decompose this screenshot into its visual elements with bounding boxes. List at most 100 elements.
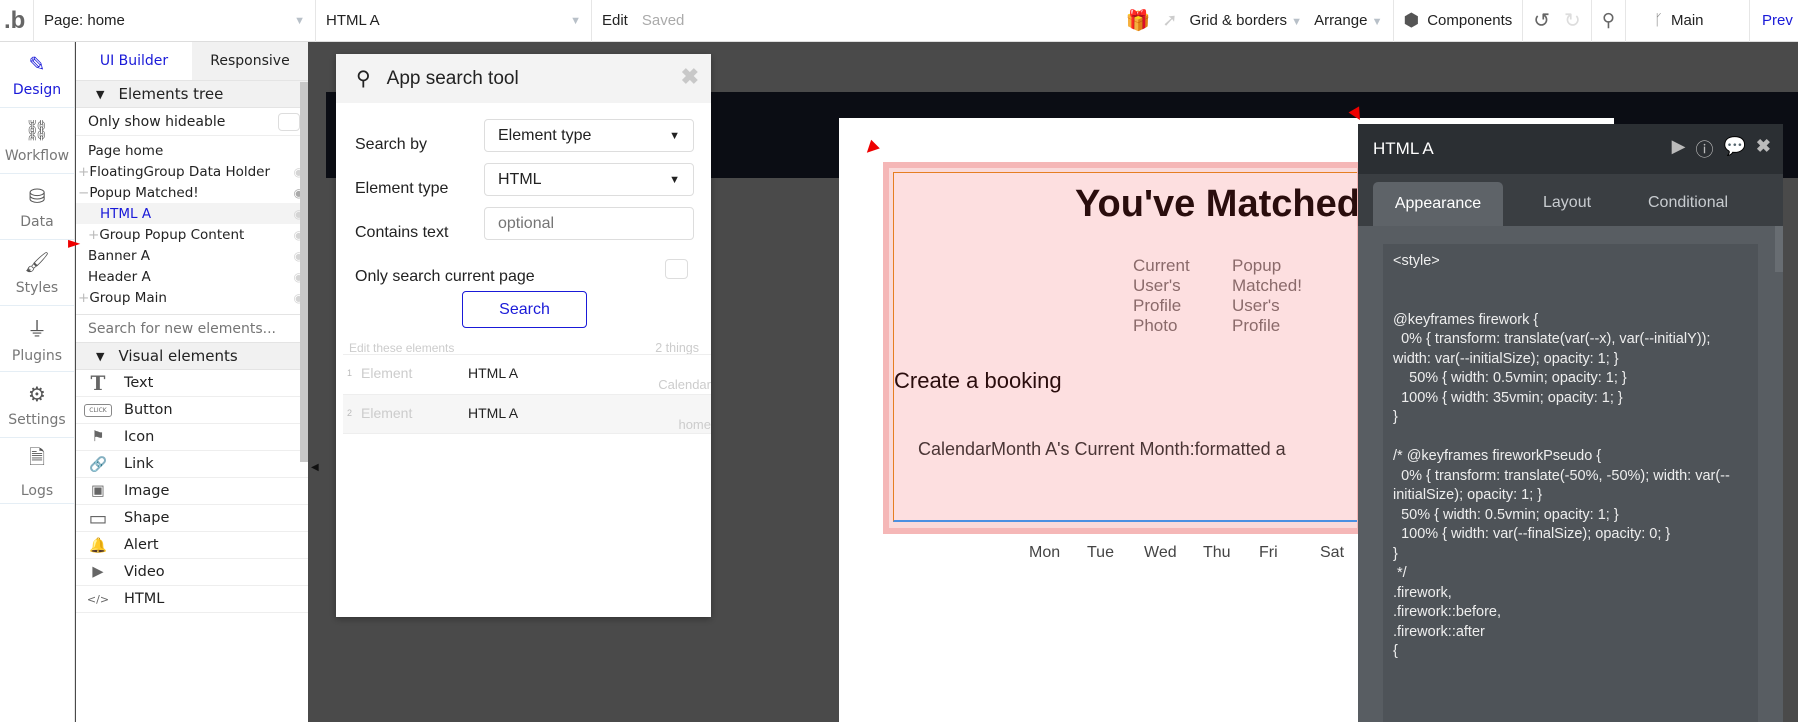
cursor-icon[interactable]: ➚ [1162,10,1177,31]
brush-icon: 🖌 [24,249,50,274]
plug-icon: ⏚ [27,317,47,341]
visual-element-icon[interactable]: ⚑ Icon [76,424,308,451]
chevron-down-icon: ▼ [570,14,581,27]
elements-tree-header[interactable]: ▼ Elements tree [76,80,308,108]
visual-element-text[interactable]: T Text [76,370,308,397]
preview-button[interactable]: Prev [1750,0,1798,42]
rail-logs[interactable]: 🗎 Logs [0,438,74,504]
comment-icon[interactable]: 💬 [1723,136,1745,162]
grid-borders-menu[interactable]: Grid & borders ▼ [1189,12,1302,29]
arrange-menu[interactable]: Arrange ▼ [1314,12,1382,29]
rail-data[interactable]: ⛁ Data [0,174,74,240]
result-row[interactable]: 1 Element HTML A Calendar [343,354,711,394]
visual-element-shape[interactable]: ▭ Shape [76,505,308,532]
components-label: Components [1427,12,1513,29]
search-by-select[interactable]: Element type ▼ [484,119,694,152]
search-icon[interactable]: ⚲ [1592,0,1626,42]
only-current-page-checkbox[interactable] [665,259,688,279]
tree-item[interactable]: + Group Popup Content ◉ [76,224,308,245]
visual-element-alert[interactable]: 🔔 Alert [76,532,308,559]
contains-text-input[interactable] [484,207,694,240]
tab-ui-builder[interactable]: UI Builder [76,42,192,80]
redo-icon[interactable]: ↻ [1564,8,1581,33]
close-icon[interactable]: ✖ [1756,136,1771,162]
expand-icon[interactable]: + [78,290,89,306]
element-select[interactable]: HTML A ▼ [316,0,592,42]
collapse-panel-icon[interactable]: ◀ [311,462,319,473]
html-code-editor[interactable]: <style> @keyframes firework { 0% { trans… [1383,244,1758,722]
tab-appearance[interactable]: Appearance [1373,182,1503,226]
page-select[interactable]: Page: home ▼ [34,0,316,42]
rail-design[interactable]: ✎ Design [0,42,74,108]
undo-icon[interactable]: ↺ [1533,8,1550,33]
visual-element-video[interactable]: ▶ Video [76,559,308,586]
rail-plugins[interactable]: ⏚ Plugins [0,306,74,372]
result-type: Element [361,365,413,381]
tree-item[interactable]: Page home [76,140,308,161]
ve-label: Shape [124,510,170,526]
ve-label: Button [124,402,173,418]
branch-button[interactable]: ᚴ Main [1626,0,1750,42]
result-count: 2 things [655,341,699,355]
tab-responsive[interactable]: Responsive [192,42,308,80]
bell-icon: 🔔 [88,537,108,554]
result-row[interactable]: 2 Element HTML A home [343,394,711,434]
ve-label: Text [124,375,154,391]
result-page: home [678,417,711,432]
visual-element-link[interactable]: 🔗 Link [76,451,308,478]
tree-item-selected[interactable]: HTML A ◉ [76,203,308,224]
result-name: HTML A [468,365,519,381]
html-a-element[interactable]: You've Matched Current User's Profile Ph… [883,162,1363,534]
tree-item[interactable]: Header A ◉ [76,266,308,287]
play-icon[interactable]: ▶ [1672,136,1686,162]
caret-down-icon: ▼ [669,173,680,186]
tree-label: Header A [88,268,151,285]
visual-element-image[interactable]: ▣ Image [76,478,308,505]
only-hideable-checkbox[interactable] [278,112,300,131]
ve-label: HTML [124,591,165,607]
visual-element-html[interactable]: </> HTML [76,586,308,613]
tree-item[interactable]: + FloatingGroup Data Holder ◉ [76,161,308,182]
edit-menu[interactable]: Edit [602,12,628,29]
grid-borders-label: Grid & borders [1189,12,1287,29]
panel-scrollbar[interactable] [300,82,308,462]
element-search-input[interactable] [76,314,308,342]
rail-settings[interactable]: ⚙ Settings [0,372,74,438]
components-button[interactable]: ⬢ Components [1394,0,1524,42]
expand-icon[interactable]: + [78,164,89,180]
arrange-label: Arrange [1314,12,1368,29]
edit-these-label: Edit these elements [349,341,455,355]
tree-item[interactable]: + Group Main ◉ [76,287,308,308]
search-button[interactable]: Search [462,291,587,328]
info-icon[interactable]: ⓘ [1695,136,1713,162]
rail-styles[interactable]: 🖌 Styles [0,240,74,306]
expand-icon[interactable]: + [88,227,99,243]
cube-icon: ⬢ [1403,10,1420,30]
matched-title: You've Matched [1075,183,1357,225]
current-user-photo: Current User's Profile Photo [1133,256,1190,335]
rail-workflow[interactable]: ⛓ Workflow [0,108,74,174]
collapse-icon[interactable]: − [78,185,89,201]
tree-item[interactable]: − Popup Matched! ◉ [76,182,308,203]
tab-layout[interactable]: Layout [1543,194,1591,212]
database-icon: ⛁ [28,183,46,208]
editor-scrollbar[interactable] [1775,226,1783,272]
element-type-select[interactable]: HTML ▼ [484,163,694,196]
visual-element-button[interactable]: CLICK Button [76,397,308,424]
only-current-page-label: Only search current page [355,268,535,285]
gift-icon[interactable]: 🎁 [1125,8,1150,33]
shape-icon: ▭ [88,506,108,530]
ve-label: Image [124,483,170,499]
rail-label: Styles [15,279,59,296]
tree-label: Group Main [89,289,167,306]
bubble-logo[interactable]: .b [0,0,34,42]
chevron-down-icon: ▼ [1291,16,1303,28]
day-label: Thu [1203,544,1231,561]
visual-elements-header[interactable]: ▼ Visual elements [76,342,308,370]
chevron-down-icon: ▼ [1371,16,1383,28]
image-icon: ▣ [91,483,105,499]
tab-conditional[interactable]: Conditional [1648,194,1728,212]
tree-item[interactable]: Banner A ◉ [76,245,308,266]
close-icon[interactable]: ✖ [681,64,699,90]
day-label: Mon [1029,544,1061,561]
